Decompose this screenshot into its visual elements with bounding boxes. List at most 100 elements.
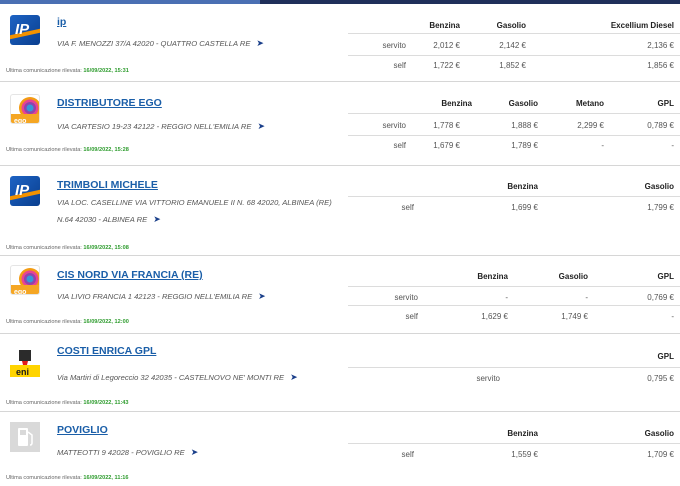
station-address[interactable]: VIA CARTESIO 19-23 42122 - REGGIO NELL'E… bbox=[57, 118, 347, 135]
station-address[interactable]: VIA F. MENOZZI 37/A 42020 - QUATTRO CAST… bbox=[57, 35, 347, 52]
fuel-header: GPL bbox=[657, 99, 674, 108]
svg-text:ego: ego bbox=[14, 289, 26, 295]
price-cell: 1,852 € bbox=[499, 61, 526, 70]
row-divider bbox=[348, 305, 680, 306]
price-cell: - bbox=[671, 141, 674, 150]
station-name-link[interactable]: DISTRIBUTORE EGO bbox=[57, 97, 162, 109]
price-cell: 1,789 € bbox=[511, 141, 538, 150]
price-cell: 1,559 € bbox=[511, 450, 538, 459]
last-update: Ultima comunicazione rilevata: 16/09/202… bbox=[6, 68, 129, 74]
navigate-arrow-icon[interactable]: ➤ bbox=[256, 35, 264, 51]
price-cell: - bbox=[585, 293, 588, 302]
row-divider bbox=[348, 443, 680, 444]
navigate-arrow-icon[interactable]: ➤ bbox=[290, 369, 298, 385]
last-update: Ultima comunicazione rilevata: 16/09/202… bbox=[6, 400, 129, 406]
fuel-header: Benzina bbox=[507, 429, 538, 438]
price-cell: 1,749 € bbox=[561, 312, 588, 321]
fuel-header: Gasolio bbox=[644, 182, 674, 191]
fuel-header: Gasolio bbox=[644, 429, 674, 438]
station-address[interactable]: VIA LOC. CASELLINE VIA VITTORIO EMANUELE… bbox=[57, 195, 342, 228]
svg-text:eni: eni bbox=[16, 367, 29, 377]
row-divider bbox=[348, 55, 680, 56]
station-address[interactable]: MATTEOTTI 9 42028 - POVIGLIO RE ➤ bbox=[57, 444, 347, 461]
svg-text:ego: ego bbox=[14, 118, 26, 124]
ego-logo-icon: ego bbox=[10, 94, 40, 124]
service-type-label: servito bbox=[394, 293, 418, 302]
row-divider bbox=[348, 33, 680, 34]
price-cell: 1,709 € bbox=[647, 450, 674, 459]
fuel-pump-icon bbox=[10, 422, 40, 452]
fuel-header: GPL bbox=[657, 272, 674, 281]
station-name-link[interactable]: POVIGLIO bbox=[57, 424, 108, 436]
ego-logo-icon: ego bbox=[10, 265, 40, 295]
eni-logo-icon: eni bbox=[10, 347, 40, 377]
ip-logo-icon bbox=[10, 15, 40, 45]
fuel-pump-graphic bbox=[10, 422, 40, 452]
station-address[interactable]: Via Martiri di Legoreccio 32 42035 - CAS… bbox=[57, 369, 357, 386]
row-divider bbox=[348, 135, 680, 136]
fuel-header: Benzina bbox=[477, 272, 508, 281]
station-card: POVIGLIO MATTEOTTI 9 42028 - POVIGLIO RE… bbox=[0, 412, 680, 486]
fuel-header: Benzina bbox=[441, 99, 472, 108]
station-card: ego CIS NORD VIA FRANCIA (RE) VIA LIVIO … bbox=[0, 256, 680, 334]
fuel-header: Gasolio bbox=[496, 21, 526, 30]
price-cell: - bbox=[505, 293, 508, 302]
service-type-label: self bbox=[405, 312, 418, 321]
station-address[interactable]: VIA LIVIO FRANCIA 1 42123 - REGGIO NELL'… bbox=[57, 288, 347, 305]
price-cell: 1,799 € bbox=[647, 203, 674, 212]
station-card: ip VIA F. MENOZZI 37/A 42020 - QUATTRO C… bbox=[0, 6, 680, 82]
station-card: ego DISTRIBUTORE EGO VIA CARTESIO 19-23 … bbox=[0, 82, 680, 166]
service-type-label: servito bbox=[382, 41, 406, 50]
price-cell: 1,856 € bbox=[647, 61, 674, 70]
row-divider bbox=[348, 196, 680, 197]
eni-logo-graphic: eni bbox=[10, 347, 40, 377]
last-update: Ultima comunicazione rilevata: 16/09/202… bbox=[6, 475, 129, 481]
ip-logo-icon bbox=[10, 176, 40, 206]
station-card: TRIMBOLI MICHELE VIA LOC. CASELLINE VIA … bbox=[0, 166, 680, 256]
price-cell: 1,888 € bbox=[511, 121, 538, 130]
station-name-link[interactable]: TRIMBOLI MICHELE bbox=[57, 179, 158, 191]
price-cell: 1,699 € bbox=[511, 203, 538, 212]
fuel-header: Benzina bbox=[507, 182, 538, 191]
row-divider bbox=[348, 286, 680, 287]
price-cell: 1,679 € bbox=[433, 141, 460, 150]
service-type-label: self bbox=[393, 61, 406, 70]
fuel-header: Benzina bbox=[429, 21, 460, 30]
ego-logo-graphic: ego bbox=[11, 268, 39, 295]
price-cell: 1,722 € bbox=[433, 61, 460, 70]
navigate-arrow-icon[interactable]: ➤ bbox=[257, 118, 265, 134]
station-name-link[interactable]: CIS NORD VIA FRANCIA (RE) bbox=[57, 269, 203, 281]
service-type-label: self bbox=[401, 203, 414, 212]
price-cell: 0,795 € bbox=[647, 374, 674, 383]
fuel-header: Gasolio bbox=[558, 272, 588, 281]
row-divider bbox=[348, 113, 680, 114]
service-type-label: self bbox=[401, 450, 414, 459]
fuel-header: GPL bbox=[657, 352, 674, 361]
price-cell: 2,012 € bbox=[433, 41, 460, 50]
fuel-header: Gasolio bbox=[508, 99, 538, 108]
price-cell: - bbox=[671, 312, 674, 321]
last-update: Ultima comunicazione rilevata: 16/09/202… bbox=[6, 319, 129, 325]
last-update: Ultima comunicazione rilevata: 16/09/202… bbox=[6, 245, 129, 251]
top-banner-dark bbox=[260, 0, 680, 4]
fuel-header: Metano bbox=[576, 99, 604, 108]
row-divider bbox=[348, 367, 680, 368]
price-cell: 1,629 € bbox=[481, 312, 508, 321]
price-cell: 2,299 € bbox=[577, 121, 604, 130]
navigate-arrow-icon[interactable]: ➤ bbox=[191, 444, 199, 460]
station-name-link[interactable]: ip bbox=[57, 16, 66, 28]
price-cell: 0,769 € bbox=[647, 293, 674, 302]
price-cell: 0,789 € bbox=[647, 121, 674, 130]
price-cell: - bbox=[601, 141, 604, 150]
price-cell: 2,136 € bbox=[647, 41, 674, 50]
ego-logo-graphic: ego bbox=[11, 97, 39, 124]
price-cell: 2,142 € bbox=[499, 41, 526, 50]
station-name-link[interactable]: COSTI ENRICA GPL bbox=[57, 345, 156, 357]
navigate-arrow-icon[interactable]: ➤ bbox=[258, 288, 266, 304]
service-type-label: self bbox=[393, 141, 406, 150]
price-cell: 1,778 € bbox=[433, 121, 460, 130]
station-card: eni COSTI ENRICA GPL Via Martiri di Lego… bbox=[0, 334, 680, 412]
service-type-label: servito bbox=[476, 374, 500, 383]
service-type-label: servito bbox=[382, 121, 406, 130]
navigate-arrow-icon[interactable]: ➤ bbox=[153, 211, 161, 227]
